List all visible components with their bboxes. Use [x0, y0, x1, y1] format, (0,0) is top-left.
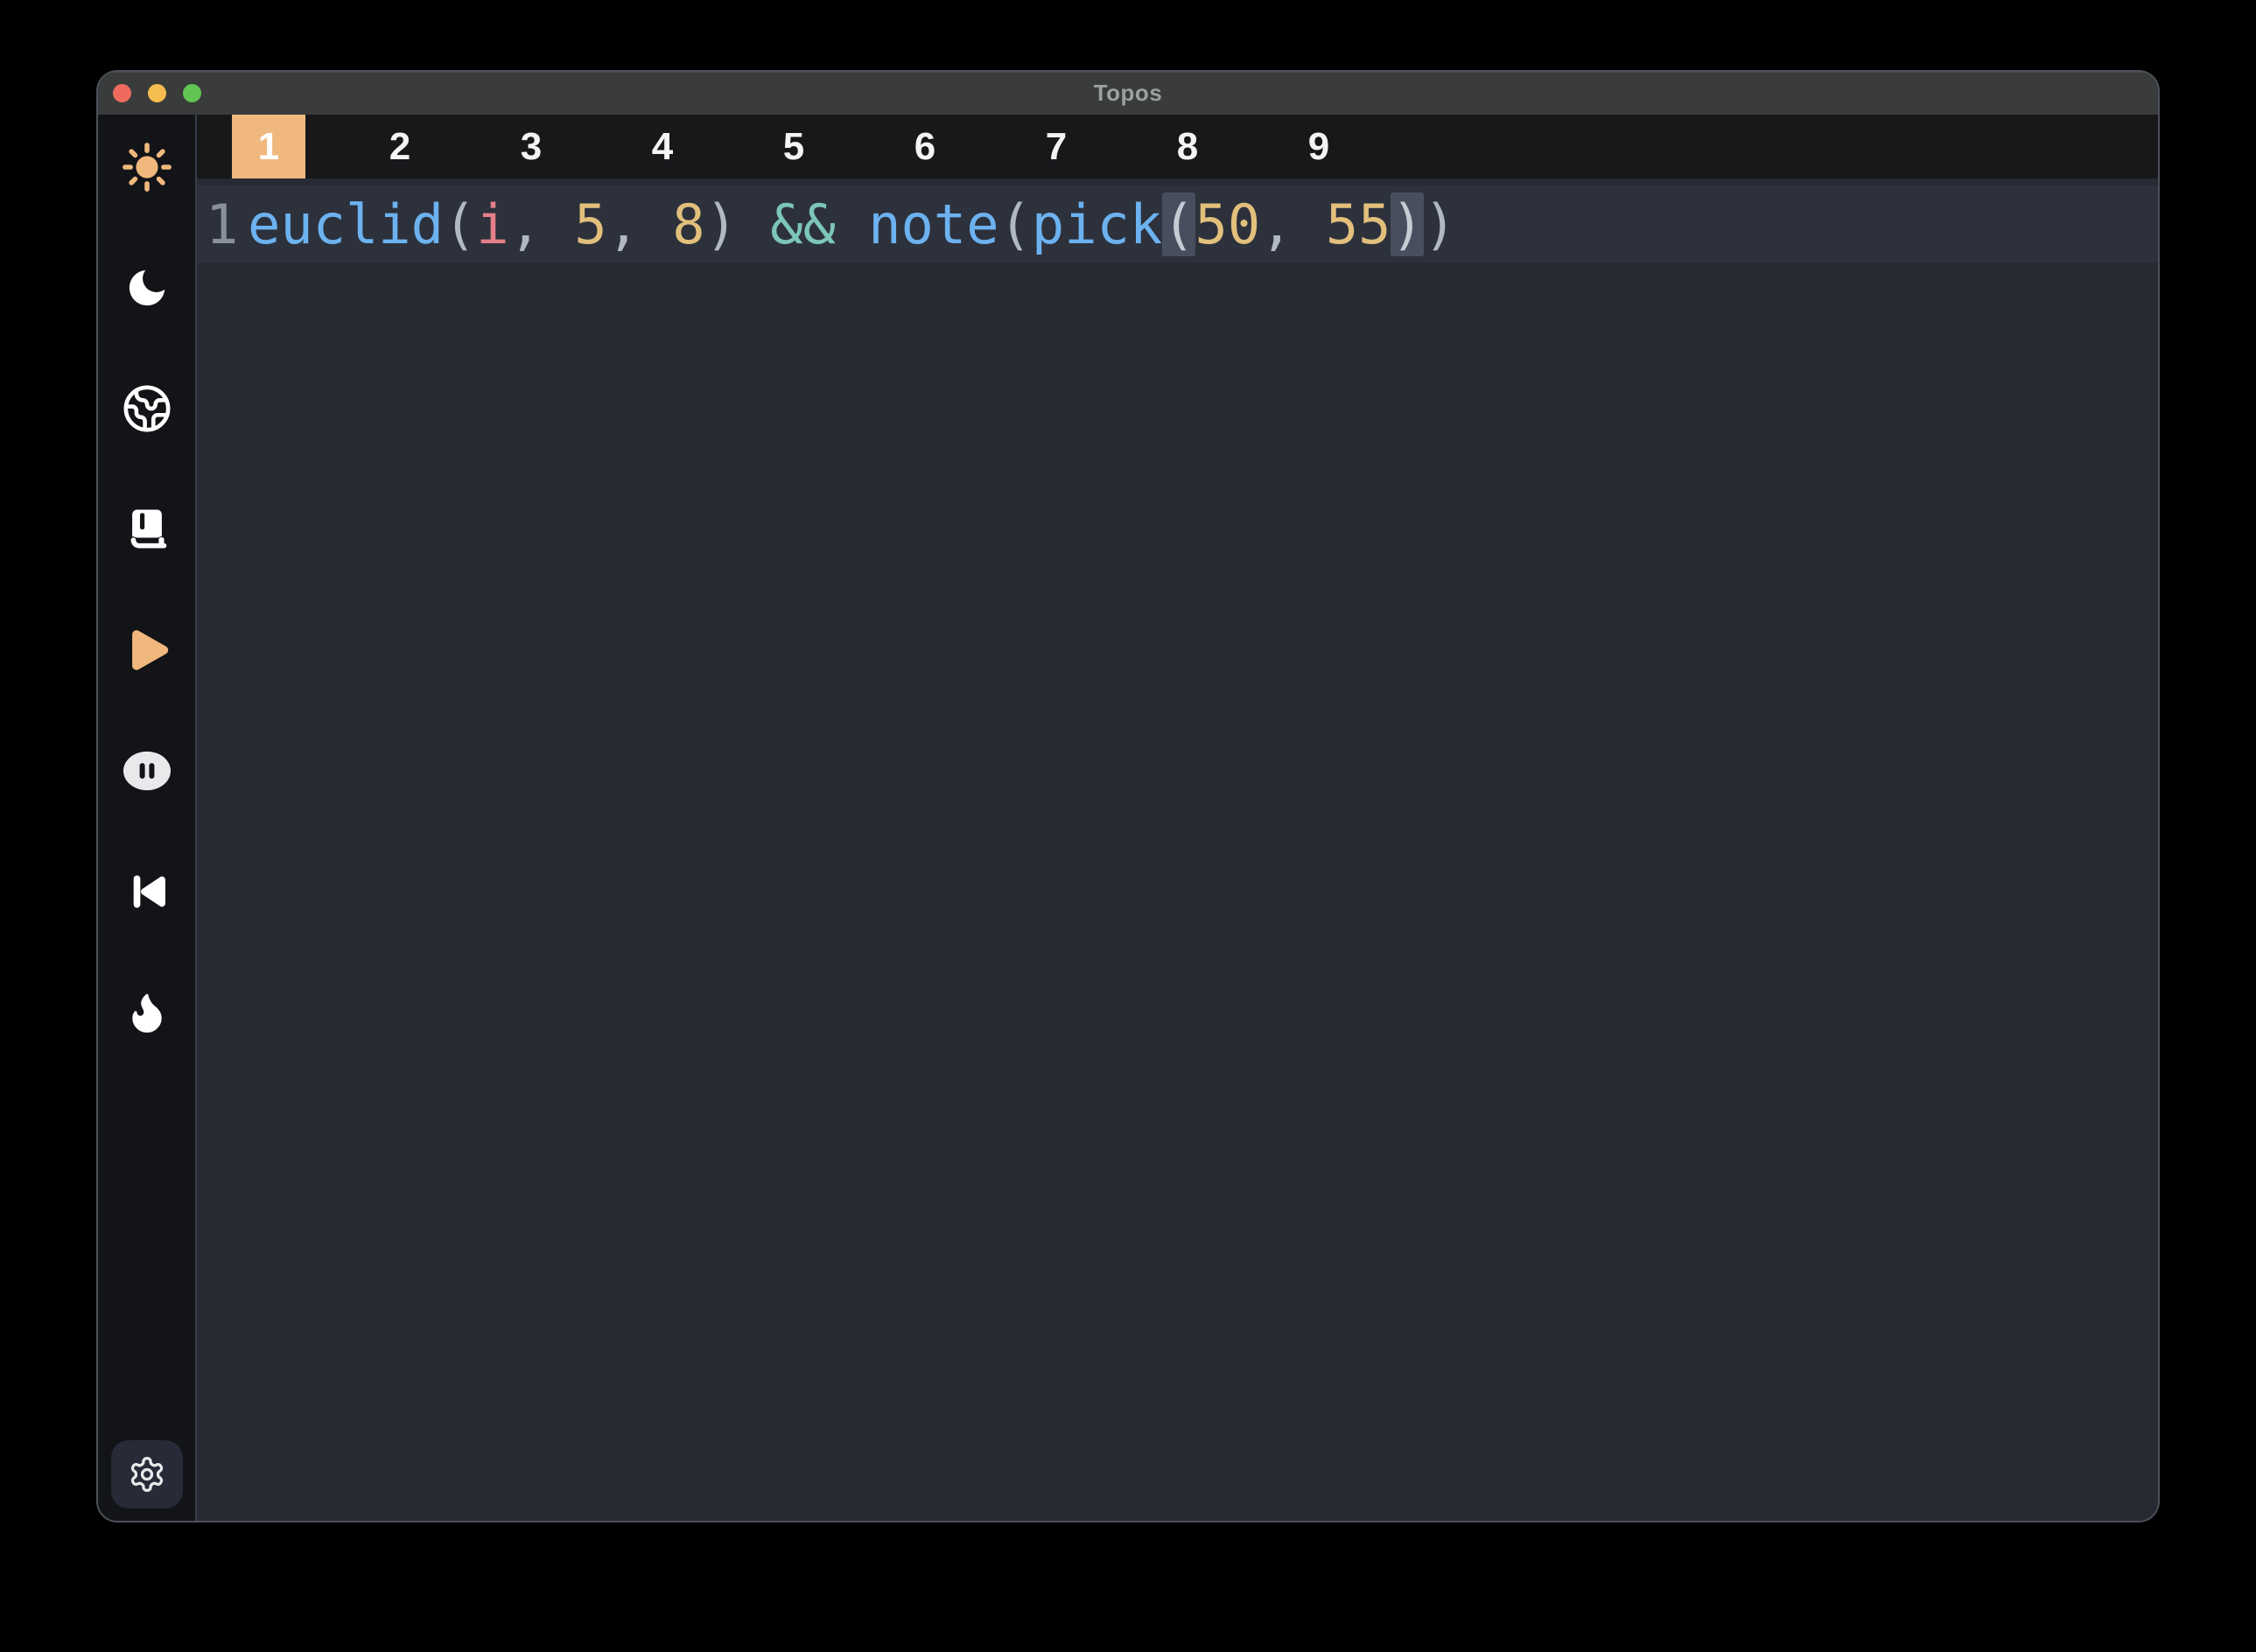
sun-icon[interactable]	[120, 143, 174, 192]
code-token: ,	[607, 192, 673, 256]
app-window: Topos 123456789 1 euclid(i, 5, 8) && not…	[98, 72, 2158, 1521]
code-token: 8	[672, 192, 704, 256]
tab-8[interactable]: 8	[1151, 115, 1224, 178]
matched-bracket: (	[1162, 192, 1195, 256]
settings-button[interactable]	[111, 1440, 183, 1508]
main-area: 123456789 1 euclid(i, 5, 8) && note(pick…	[197, 115, 2158, 1521]
window-body: 123456789 1 euclid(i, 5, 8) && note(pick…	[98, 115, 2158, 1521]
skip-back-icon[interactable]	[120, 867, 174, 916]
code-token: euclid	[248, 192, 444, 256]
pause-icon[interactable]	[120, 746, 174, 795]
code-editor[interactable]: 1 euclid(i, 5, 8) && note(pick(50, 55))	[197, 178, 2158, 1521]
tab-9[interactable]: 9	[1282, 115, 1356, 178]
tab-5[interactable]: 5	[757, 115, 830, 178]
code-token: 55	[1326, 192, 1391, 256]
code-token: &&	[770, 192, 836, 256]
tab-1-active[interactable]: 1	[232, 115, 305, 178]
code-token: note	[868, 192, 998, 256]
code-token: ,	[1260, 192, 1326, 256]
line-number: 1	[197, 192, 248, 256]
matched-bracket: )	[1391, 192, 1423, 256]
code-token: )	[705, 192, 771, 256]
code-token: 50	[1195, 192, 1261, 256]
tab-2[interactable]: 2	[363, 115, 437, 178]
code-token: )	[1424, 192, 1456, 256]
sidebar	[98, 115, 197, 1521]
titlebar: Topos	[98, 72, 2158, 115]
code-line-content[interactable]: euclid(i, 5, 8) && note(pick(50, 55))	[248, 192, 2158, 256]
tab-6[interactable]: 6	[888, 115, 962, 178]
editor-active-line[interactable]: 1 euclid(i, 5, 8) && note(pick(50, 55))	[197, 186, 2158, 262]
globe-icon[interactable]	[120, 384, 174, 433]
code-token: (	[444, 192, 476, 256]
flame-icon[interactable]	[120, 988, 174, 1037]
code-token: (	[999, 192, 1032, 256]
code-token: pick	[1032, 192, 1162, 256]
play-icon[interactable]	[120, 626, 174, 675]
code-token: i	[476, 192, 508, 256]
code-token	[836, 192, 868, 256]
tab-3[interactable]: 3	[494, 115, 568, 178]
moon-icon[interactable]	[120, 263, 174, 312]
code-token: 5	[574, 192, 606, 256]
code-token: ,	[509, 192, 575, 256]
book-icon[interactable]	[120, 505, 174, 554]
tab-7[interactable]: 7	[1019, 115, 1093, 178]
tab-bar: 123456789	[197, 115, 2158, 178]
tab-4[interactable]: 4	[626, 115, 699, 178]
window-title: Topos	[98, 80, 2158, 107]
